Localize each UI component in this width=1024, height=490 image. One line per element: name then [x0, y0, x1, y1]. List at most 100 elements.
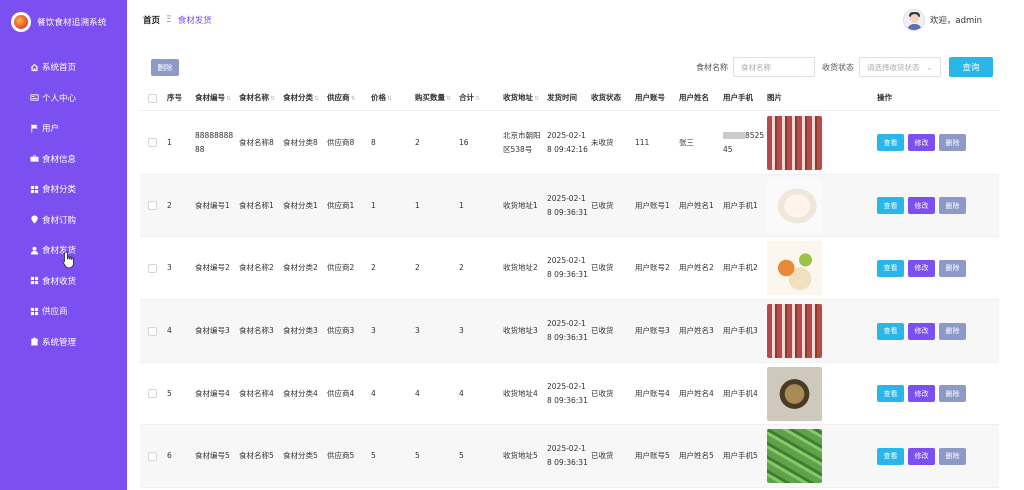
delete-button[interactable]: 删除 [939, 134, 966, 151]
delete-button[interactable]: 删除 [939, 385, 966, 402]
cell-actions: 查看 修改 删除 [877, 259, 977, 277]
cell-index: 6 [167, 451, 172, 460]
cell-ship-time: 2025-02-18 09:36:31 [547, 444, 588, 467]
cell-phone: 用户手机5 [723, 451, 758, 460]
cell-category: 食材分类4 [283, 388, 318, 398]
sidebar-item-ingredient-receiving[interactable]: 食材收货 [0, 266, 127, 297]
sort-icon: ⇅ [226, 94, 232, 102]
cell-supplier: 供应商5 [327, 451, 355, 460]
sort-icon: ⇅ [534, 94, 540, 102]
select-all-checkbox[interactable] [140, 93, 167, 103]
sidebar-item-ingredient-info[interactable]: 食材信息 [0, 144, 127, 175]
delete-button[interactable]: 删除 [939, 259, 966, 277]
sidebar-item-supplier[interactable]: 供应商 [0, 296, 127, 327]
row-checkbox[interactable] [140, 451, 167, 461]
view-button[interactable]: 查看 [877, 259, 904, 277]
sidebar-item-users[interactable]: 用户 [0, 113, 127, 144]
status-select[interactable]: 请选择收货状态 ⌄ [859, 57, 941, 77]
name-search-input[interactable]: 食材名称 [733, 57, 815, 77]
cell-name: 食材名称4 [239, 388, 274, 398]
cell-account: 用户账号4 [635, 388, 670, 398]
header-total[interactable]: 合计⇅ [459, 91, 503, 106]
view-button[interactable]: 查看 [877, 385, 904, 402]
view-button[interactable]: 查看 [877, 197, 904, 214]
sidebar-item-label: 个人中心 [42, 93, 77, 104]
cell-total: 2 [459, 263, 464, 272]
header-status[interactable]: 收货状态 [591, 91, 635, 105]
delete-button[interactable]: 删除 [939, 322, 966, 340]
ingredient-image[interactable] [767, 366, 822, 421]
header-ship-time[interactable]: 发货时间 [547, 91, 591, 105]
search-button[interactable]: 查询 [949, 57, 993, 77]
header-address[interactable]: 收货地址⇅ [503, 91, 547, 106]
ingredient-image[interactable] [767, 304, 822, 358]
delete-button[interactable]: 删除 [939, 447, 966, 465]
view-button[interactable]: 查看 [877, 322, 904, 340]
user-menu[interactable]: 欢迎，admin [902, 9, 982, 31]
edit-button[interactable]: 修改 [908, 259, 935, 277]
cell-account: 用户账号5 [635, 451, 670, 460]
id-card-icon [29, 93, 39, 103]
row-checkbox[interactable] [140, 263, 167, 273]
header-price[interactable]: 价格⇅ [371, 91, 415, 106]
cell-status: 已收货 [591, 263, 614, 272]
cell-user-name: 用户姓名3 [679, 326, 714, 335]
breadcrumb-home[interactable]: 首页 [143, 14, 160, 26]
header-quantity[interactable]: 购买数量⇅ [415, 91, 459, 106]
header-category[interactable]: 食材分类⇅ [283, 91, 327, 106]
view-button[interactable]: 查看 [877, 447, 904, 465]
cell-actions: 查看 修改 删除 [877, 197, 977, 214]
row-checkbox[interactable] [140, 326, 167, 336]
sidebar-item-system[interactable]: 系统管理 [0, 327, 127, 358]
sidebar-item-ingredient-order[interactable]: 食材订购 [0, 205, 127, 236]
row-checkbox[interactable] [140, 138, 167, 147]
sort-icon: ⇅ [270, 94, 276, 102]
edit-button[interactable]: 修改 [908, 447, 935, 465]
table-row: 4 食材编号3 食材名称3 食材分类3 供应商3 3 3 3 收货地址3 2025-02-18 0… [140, 300, 999, 363]
cell-supplier: 供应商2 [327, 263, 355, 272]
data-table: 序号 食材编号⇅ 食材名称⇅ 食材分类⇅ 供应商⇅ 价格⇅ 购买数量⇅ 合计⇅ … [140, 86, 999, 488]
cell-supplier: 供应商1 [327, 200, 355, 210]
cell-quantity: 2 [415, 137, 420, 147]
edit-button[interactable]: 修改 [908, 197, 935, 214]
cell-name: 食材名称8 [239, 137, 274, 147]
sort-icon: ⇅ [350, 94, 356, 102]
sidebar-item-profile[interactable]: 个人中心 [0, 83, 127, 114]
cell-category: 食材分类5 [283, 451, 318, 460]
edit-button[interactable]: 修改 [908, 385, 935, 402]
sidebar-item-ingredient-category[interactable]: 食材分类 [0, 174, 127, 205]
delete-button[interactable]: 删除 [939, 197, 966, 214]
row-checkbox[interactable] [140, 389, 167, 398]
table-body: 1 8888888888 食材名称8 食材分类8 供应商8 8 2 16 北京市朝阳区538号 2… [140, 111, 999, 488]
cell-supplier: 供应商3 [327, 326, 355, 335]
header-supplier[interactable]: 供应商⇅ [327, 91, 371, 106]
sort-icon: ⇅ [475, 94, 481, 102]
app-title: 餐饮食材追溯系统 [37, 18, 107, 28]
avatar[interactable] [902, 9, 925, 31]
cell-address: 北京市朝阳区538号 [503, 130, 541, 154]
sort-icon: ⇅ [446, 94, 452, 102]
edit-button[interactable]: 修改 [908, 134, 935, 151]
header-user-name[interactable]: 用户姓名 [679, 91, 723, 105]
header-code[interactable]: 食材编号⇅ [195, 91, 239, 106]
cell-status: 已收货 [591, 200, 614, 210]
ingredient-image[interactable] [767, 241, 822, 295]
header-name[interactable]: 食材名称⇅ [239, 91, 283, 106]
batch-delete-button[interactable]: 删除 [151, 59, 179, 76]
cell-quantity: 1 [415, 200, 420, 210]
ingredient-image[interactable] [767, 429, 822, 483]
cell-status: 未收货 [591, 137, 614, 147]
ingredient-image[interactable] [767, 178, 822, 233]
edit-button[interactable]: 修改 [908, 322, 935, 340]
cell-ship-time: 2025-02-18 09:36:31 [547, 381, 588, 405]
header-phone[interactable]: 用户手机 [723, 91, 767, 105]
view-button[interactable]: 查看 [877, 134, 904, 151]
sidebar-item-home[interactable]: 系统首页 [0, 52, 127, 83]
cell-actions: 查看 修改 删除 [877, 447, 977, 465]
cell-account: 用户账号2 [635, 263, 670, 272]
ingredient-image[interactable] [767, 115, 822, 170]
row-checkbox[interactable] [140, 201, 167, 210]
cell-image [767, 178, 877, 233]
header-account[interactable]: 用户账号 [635, 91, 679, 105]
sidebar: 餐饮食材追溯系统 系统首页 个人中心 用户 食材信息 食材分类 食材订购 食材发… [0, 0, 127, 490]
